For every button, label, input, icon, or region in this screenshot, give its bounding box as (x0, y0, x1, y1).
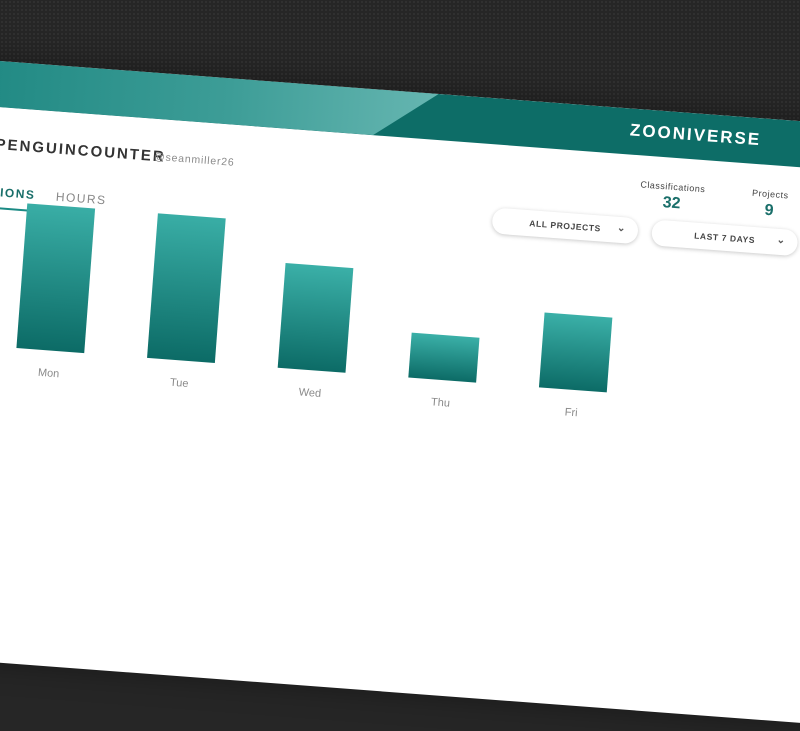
project-filter-dropdown[interactable]: ALL PROJECTS ⌄ (491, 207, 639, 245)
bar-mon[interactable] (16, 198, 96, 354)
stat-value: 9 (764, 201, 775, 220)
x-tick-label: Wed (298, 386, 321, 400)
stat-label: Projects (751, 187, 789, 201)
chevron-down-icon: ⌄ (616, 222, 627, 235)
stat-label: Classifications (640, 179, 706, 195)
tab-hours[interactable]: HOURS (55, 190, 107, 208)
x-tick-label: Fri (564, 406, 578, 419)
x-tick-label: Tue (170, 377, 189, 390)
stat-projects: Projects 9 (750, 188, 789, 222)
chevron-down-icon: ⌄ (776, 234, 787, 247)
zooniverse-logo[interactable]: ZOONIVERSE (629, 120, 762, 150)
bar-fri[interactable] (538, 312, 613, 393)
profile-stats-panel: ZOONIVERSE PENGUINCOUNTER @seanmiller26 … (0, 58, 800, 731)
user-handle: @seanmiller26 (153, 150, 235, 169)
date-range-dropdown[interactable]: LAST 7 DAYS ⌄ (650, 219, 799, 257)
date-range-label: LAST 7 DAYS (693, 230, 756, 246)
x-tick-label: Thu (431, 396, 451, 409)
project-filter-label: ALL PROJECTS (528, 218, 602, 234)
stat-classifications: Classifications 32 (638, 179, 706, 215)
bar-tue[interactable] (147, 208, 227, 363)
bar-wed[interactable] (277, 262, 354, 373)
x-tick-label: Mon (37, 367, 59, 381)
classifications-bar-chart: Mon Tue Wed Thu Fri (16, 198, 613, 419)
username: PENGUINCOUNTER (0, 135, 167, 166)
stat-value: 32 (662, 194, 682, 213)
bar-thu[interactable] (408, 332, 480, 383)
